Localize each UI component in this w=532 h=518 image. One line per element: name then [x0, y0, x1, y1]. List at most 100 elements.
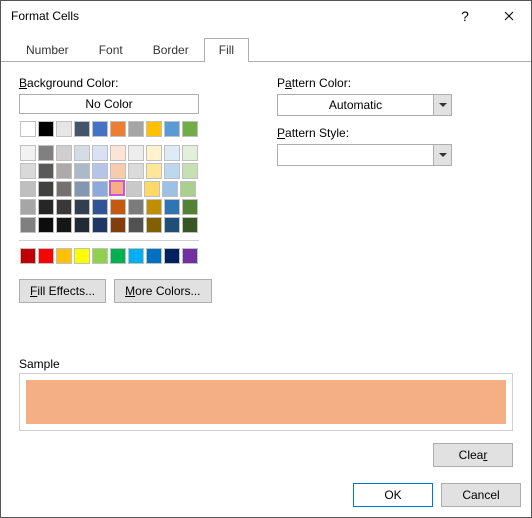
color-swatch[interactable] [20, 163, 36, 179]
color-swatch[interactable] [20, 181, 36, 197]
tab-fill[interactable]: Fill [204, 38, 249, 62]
color-swatch[interactable] [56, 248, 72, 264]
color-swatch[interactable] [110, 145, 126, 161]
color-swatch[interactable] [92, 121, 108, 137]
color-swatch[interactable] [164, 217, 180, 233]
color-swatch[interactable] [128, 145, 144, 161]
color-swatch[interactable] [20, 199, 36, 215]
color-swatch[interactable] [56, 199, 72, 215]
color-swatch[interactable] [146, 248, 162, 264]
theme-color-shades [19, 144, 199, 234]
window-title: Format Cells [11, 9, 443, 23]
pattern-color-value: Automatic [278, 95, 433, 115]
color-swatch[interactable] [74, 145, 90, 161]
color-swatch[interactable] [56, 217, 72, 233]
cancel-button[interactable]: Cancel [441, 483, 521, 507]
color-swatch[interactable] [164, 248, 180, 264]
color-swatch[interactable] [74, 199, 90, 215]
color-swatch[interactable] [182, 121, 198, 137]
color-swatch[interactable] [182, 217, 198, 233]
close-button[interactable] [487, 1, 531, 31]
color-swatch[interactable] [92, 199, 108, 215]
color-swatch[interactable] [128, 199, 144, 215]
color-swatch[interactable] [38, 199, 54, 215]
color-swatch[interactable] [164, 199, 180, 215]
color-swatch[interactable] [109, 180, 125, 196]
color-swatch[interactable] [38, 145, 54, 161]
pattern-color-label: Pattern Color: [277, 76, 513, 90]
color-swatch[interactable] [38, 217, 54, 233]
color-swatch[interactable] [146, 121, 162, 137]
pattern-color-dropdown[interactable]: Automatic [277, 94, 452, 116]
color-swatch[interactable] [146, 163, 162, 179]
color-swatch[interactable] [74, 248, 90, 264]
palette-divider [19, 240, 199, 241]
color-swatch[interactable] [110, 199, 126, 215]
color-swatch[interactable] [126, 181, 142, 197]
color-swatch[interactable] [110, 248, 126, 264]
color-swatch[interactable] [20, 248, 36, 264]
color-swatch[interactable] [56, 181, 72, 197]
color-swatch[interactable] [182, 199, 198, 215]
sample-fill [26, 380, 506, 424]
color-swatch[interactable] [146, 199, 162, 215]
color-swatch[interactable] [128, 248, 144, 264]
chevron-down-icon [433, 95, 451, 115]
color-swatch[interactable] [38, 121, 54, 137]
ok-button[interactable]: OK [353, 483, 433, 507]
color-swatch[interactable] [74, 217, 90, 233]
color-swatch[interactable] [128, 163, 144, 179]
tab-panel-fill: Background Color: No Color Fill Effects.… [1, 61, 531, 477]
color-swatch[interactable] [144, 181, 160, 197]
color-swatch[interactable] [128, 121, 144, 137]
color-swatch[interactable] [164, 163, 180, 179]
color-swatch[interactable] [164, 145, 180, 161]
color-swatch[interactable] [146, 217, 162, 233]
fill-effects-button[interactable]: Fill Effects... [19, 279, 106, 303]
color-swatch[interactable] [56, 145, 72, 161]
color-swatch[interactable] [110, 163, 126, 179]
tab-number[interactable]: Number [11, 38, 84, 62]
theme-color-row [19, 120, 199, 138]
color-swatch[interactable] [128, 217, 144, 233]
color-swatch[interactable] [92, 181, 108, 197]
color-swatch[interactable] [180, 181, 196, 197]
color-swatch[interactable] [74, 121, 90, 137]
color-swatch[interactable] [182, 145, 198, 161]
sample-label: Sample [19, 357, 513, 371]
color-swatch[interactable] [182, 248, 198, 264]
color-swatch[interactable] [92, 163, 108, 179]
color-swatch[interactable] [162, 181, 178, 197]
dialog-buttons: OK Cancel [1, 477, 531, 517]
pattern-style-dropdown[interactable] [277, 144, 452, 166]
color-swatch[interactable] [56, 121, 72, 137]
color-swatch[interactable] [110, 217, 126, 233]
color-swatch[interactable] [182, 163, 198, 179]
color-swatch[interactable] [74, 181, 90, 197]
titlebar: Format Cells ? [1, 1, 531, 31]
more-colors-button[interactable]: More Colors... [114, 279, 211, 303]
help-button[interactable]: ? [443, 1, 487, 31]
tab-border[interactable]: Border [138, 38, 204, 62]
pattern-style-label: Pattern Style: [277, 126, 513, 140]
pattern-style-value [278, 145, 433, 165]
color-swatch[interactable] [38, 163, 54, 179]
color-swatch[interactable] [20, 121, 36, 137]
color-swatch[interactable] [110, 121, 126, 137]
color-swatch[interactable] [38, 248, 54, 264]
clear-button[interactable]: Clear [433, 443, 513, 467]
color-swatch[interactable] [20, 217, 36, 233]
color-swatch[interactable] [92, 217, 108, 233]
color-swatch[interactable] [92, 248, 108, 264]
chevron-down-icon [433, 145, 451, 165]
color-swatch[interactable] [56, 163, 72, 179]
color-swatch[interactable] [164, 121, 180, 137]
color-swatch[interactable] [92, 145, 108, 161]
color-swatch[interactable] [38, 181, 54, 197]
color-swatch[interactable] [20, 145, 36, 161]
tab-font[interactable]: Font [84, 38, 138, 62]
no-color-button[interactable]: No Color [19, 94, 199, 114]
format-cells-dialog: Format Cells ? Number Font Border Fill B… [0, 0, 532, 518]
color-swatch[interactable] [146, 145, 162, 161]
color-swatch[interactable] [74, 163, 90, 179]
